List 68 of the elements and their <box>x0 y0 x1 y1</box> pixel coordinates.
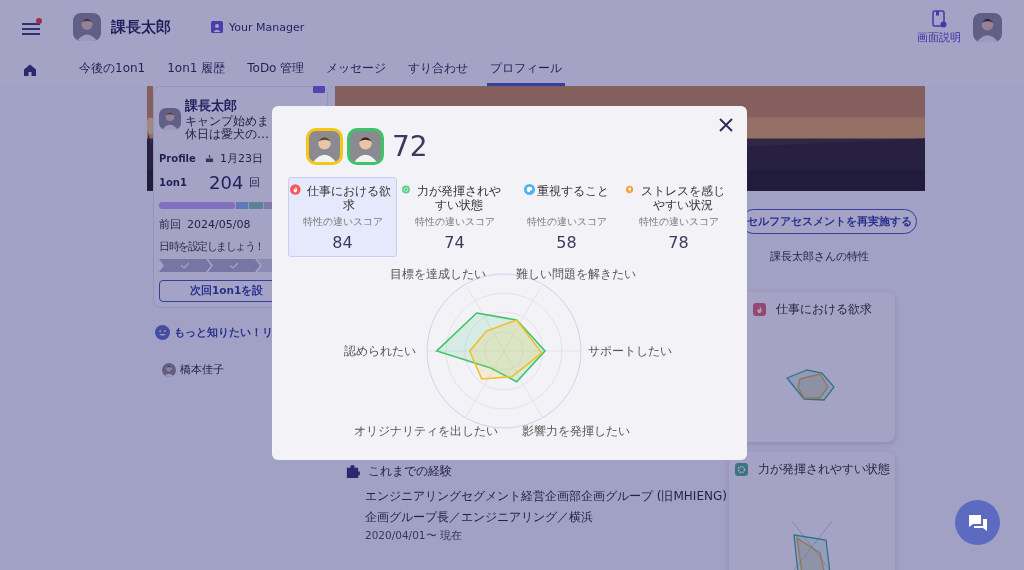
trait-title: 仕事における欲求 <box>775 301 872 318</box>
avatar <box>973 12 1002 42</box>
person-name[interactable]: 橋本佳子 <box>180 362 224 377</box>
avatar <box>159 108 181 130</box>
trait-title: 力が発揮されやすい状態 <box>757 461 890 478</box>
score-caption: 特性の違いスコア <box>526 215 607 229</box>
avatar <box>347 128 384 165</box>
profile-bio: キャンプ始めま <box>185 115 269 128</box>
score-caption: 特性の違いスコア <box>414 215 495 229</box>
cake-icon <box>205 154 214 163</box>
count-unit: 回 <box>249 175 261 190</box>
category-label: 重視すること <box>537 184 609 198</box>
smiley-icon <box>155 325 170 340</box>
axis-label: オリジナリティを出したい <box>353 424 498 438</box>
last-date: 2024/05/08 <box>187 218 251 231</box>
score-value: 84 <box>332 233 353 252</box>
oneonone-count: 204 <box>209 172 244 193</box>
gear-icon <box>734 463 748 476</box>
badge-icon <box>211 21 223 33</box>
tab[interactable]: 1on1 履歴 <box>164 54 229 86</box>
profile-bio: 休日は愛犬の… <box>185 128 269 141</box>
score-value: 58 <box>556 233 577 252</box>
user-name: 課長太郎 <box>111 17 171 37</box>
section-title: これまでの経験 <box>368 463 452 480</box>
experience-period: 2020/04/01〜 現在 <box>365 529 463 543</box>
category-label: 仕事における欲求 <box>305 184 392 212</box>
help-label[interactable]: 画面説明 <box>917 29 961 45</box>
chat-button[interactable] <box>955 500 1000 545</box>
axis-label: 認められたい <box>343 344 416 358</box>
profile-label: Profile <box>159 153 197 164</box>
last-label: 前回 <box>159 217 181 232</box>
tab[interactable]: メッセージ <box>323 54 390 86</box>
chat-icon <box>967 512 988 533</box>
score-caption: 特性の違いスコア <box>302 215 383 229</box>
axis-label: 影響力を発揮したい <box>521 424 630 438</box>
oneonone-label: 1on1 <box>159 177 188 188</box>
avatar <box>73 13 101 41</box>
document-icon[interactable] <box>931 9 947 28</box>
avatar <box>306 128 343 165</box>
home-icon[interactable] <box>24 64 36 76</box>
profile-name: 課長太郎 <box>185 97 238 115</box>
flame-icon <box>752 303 766 316</box>
traits-title: 課長太郎さんの特性 <box>770 249 870 264</box>
score-value: 74 <box>444 233 465 252</box>
menu-icon[interactable] <box>22 21 40 35</box>
avatar <box>162 362 176 377</box>
tab[interactable]: ToDo 管理 <box>244 54 308 86</box>
score-caption: 特性の違いスコア <box>638 215 719 229</box>
role-label: Your Manager <box>229 20 305 34</box>
score-tile[interactable]: 仕事における欲求 特性の違いスコア 84 <box>288 177 397 257</box>
experience-role: 企画グループ長／エンジニアリング／横浜 <box>365 509 594 526</box>
schedule-prompt: 日時を設定しましょう！ <box>159 240 265 254</box>
category-label: 力が発揮されやすい状態 <box>416 184 503 212</box>
axis-label: サポートしたい <box>587 344 672 358</box>
axis-label: 難しい問題を解きたい <box>515 267 636 281</box>
category-label: ストレスを感じやすい状況 <box>640 184 727 212</box>
score-value: 78 <box>668 233 689 252</box>
tab[interactable]: すり合わせ <box>405 54 472 86</box>
score-tile[interactable]: ストレスを感じやすい状況 特性の違いスコア 78 <box>624 177 733 257</box>
axis-label: 目標を達成したい <box>389 267 486 281</box>
puzzle-icon <box>345 464 360 479</box>
match-score: 72 <box>392 130 428 163</box>
section-title: もっと知りたい！リ <box>174 325 273 340</box>
score-tile[interactable]: 重視すること 特性の違いスコア 58 <box>512 177 621 257</box>
score-tile[interactable]: 力が発揮されやすい状態 特性の違いスコア 74 <box>400 177 509 257</box>
birthday: 1月23日 <box>220 151 263 166</box>
tab[interactable]: 今後の1on1 <box>76 54 149 86</box>
experience-org: エンジニアリングセグメント経営企画部企画グループ (旧MHIENG) <box>365 488 727 505</box>
